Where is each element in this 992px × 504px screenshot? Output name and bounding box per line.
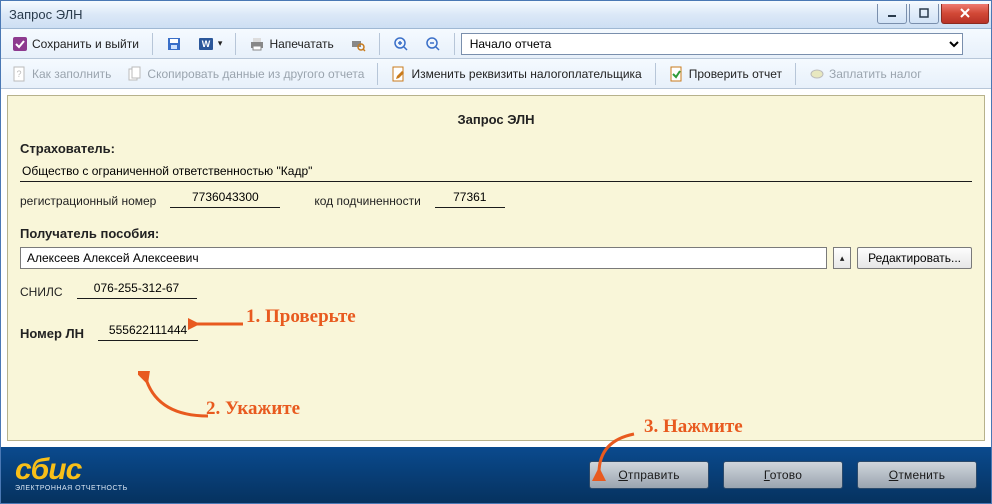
maximize-button[interactable] [909,4,939,24]
check-sheet-icon [669,66,685,82]
insurer-label: Страхователь: [20,141,972,156]
separator [379,33,380,55]
help-sheet-icon: ? [12,66,28,82]
window-buttons [877,4,991,26]
edit-sheet-icon [391,66,407,82]
recipient-name-input[interactable] [20,247,827,269]
send-button[interactable]: Отправить [589,461,709,489]
reg-num-input[interactable] [170,188,280,208]
bottom-bar: сбис ЭЛЕКТРОННАЯ ОТЧЕТНОСТЬ Отправить Го… [1,447,991,503]
titlebar: Запрос ЭЛН [1,1,991,29]
arrow-2-icon [138,371,218,421]
ln-label: Номер ЛН [20,326,84,341]
save-button[interactable] [159,32,189,56]
svg-text:W: W [202,39,211,49]
separator [152,33,153,55]
recipient-label: Получатель пособия: [20,226,972,241]
done-button[interactable]: Готово [723,461,843,489]
how-fill-button[interactable]: ? Как заполнить [5,62,118,86]
edit-req-label: Изменить реквизиты налогоплательщика [411,67,641,81]
report-start-select[interactable]: Начало отчета [461,33,963,55]
check-report-label: Проверить отчет [689,67,782,81]
cancel-button[interactable]: Отменить [857,461,977,489]
annotation-3: 3. Нажмите [644,416,743,438]
chevron-up-icon: ▴ [840,253,845,264]
print-label: Напечатать [269,37,333,51]
sub-code-label: код подчиненности [314,194,420,208]
zoom-in-icon [393,36,409,52]
logo-brand: сбис [15,459,128,480]
svg-text:?: ? [16,69,21,79]
print-button[interactable]: Напечатать [242,32,340,56]
save-exit-icon [12,36,28,52]
save-exit-label: Сохранить и выйти [32,37,139,51]
money-icon [809,66,825,82]
separator [454,33,455,55]
logo: сбис ЭЛЕКТРОННАЯ ОТЧЕТНОСТЬ [15,459,128,492]
sub-code-input[interactable] [435,188,505,208]
refresh-button[interactable] [965,33,987,55]
minimize-button[interactable] [877,4,907,24]
pay-tax-button[interactable]: Заплатить налог [802,62,929,86]
snils-label: СНИЛС [20,285,63,299]
insurer-name-input[interactable] [20,162,972,182]
snils-input[interactable] [77,279,197,299]
logo-sub: ЭЛЕКТРОННАЯ ОТЧЕТНОСТЬ [15,485,128,492]
separator [235,33,236,55]
word-icon: W [198,36,214,52]
disk-icon [166,36,182,52]
toolbar-secondary: ? Как заполнить Скопировать данные из др… [1,59,991,89]
form-body: Запрос ЭЛН Страхователь: регистрационный… [7,95,985,441]
window-title: Запрос ЭЛН [9,7,83,22]
close-button[interactable] [941,4,989,24]
copy-from-button[interactable]: Скопировать данные из другого отчета [120,62,371,86]
edit-recipient-button[interactable]: Редактировать... [857,247,972,269]
print-preview-button[interactable] [343,32,373,56]
check-report-button[interactable]: Проверить отчет [662,62,789,86]
separator [795,63,796,85]
save-exit-button[interactable]: Сохранить и выйти [5,32,146,56]
zoom-in-button[interactable] [386,32,416,56]
reg-num-label: регистрационный номер [20,194,156,208]
form-title: Запрос ЭЛН [20,112,972,127]
pay-tax-label: Заплатить налог [829,67,922,81]
print-find-icon [350,36,366,52]
edit-req-button[interactable]: Изменить реквизиты налогоплательщика [384,62,648,86]
ln-input[interactable] [98,321,198,341]
separator [377,63,378,85]
printer-icon [249,36,265,52]
zoom-out-button[interactable] [418,32,448,56]
how-fill-label: Как заполнить [32,67,111,81]
copy-sheet-icon [127,66,143,82]
annotation-2: 2. Укажите [206,398,300,420]
zoom-out-icon [425,36,441,52]
report-start-container: Начало отчета [461,33,963,55]
copy-from-label: Скопировать данные из другого отчета [147,67,364,81]
separator [655,63,656,85]
app-window: Запрос ЭЛН Сохранить и выйти W▾ Напечата… [0,0,992,504]
word-button[interactable]: W▾ [191,32,230,56]
toolbar-primary: Сохранить и выйти W▾ Напечатать Начало о… [1,29,991,59]
recipient-picker-button[interactable]: ▴ [833,247,851,269]
